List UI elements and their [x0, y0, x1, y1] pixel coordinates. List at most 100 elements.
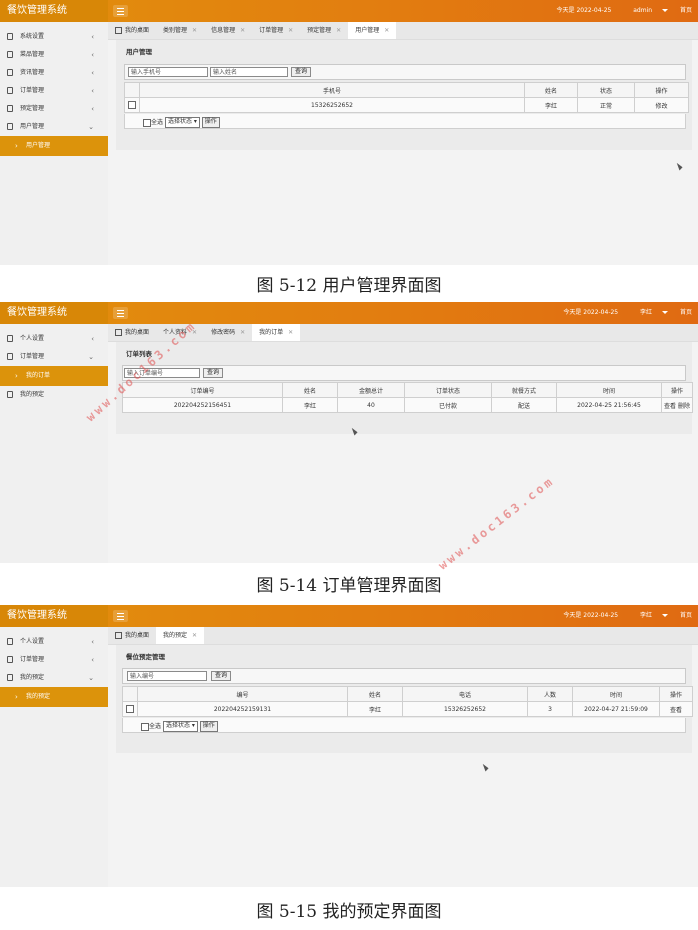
col-name: 姓名 — [524, 82, 578, 98]
sidebar-item-user-management[interactable]: › 用户管理 — [0, 136, 108, 156]
cell-order-no: 202204252156451 — [122, 397, 283, 413]
doc-icon — [7, 33, 13, 40]
sidebar-item-my-orders[interactable]: › 我的订单 — [0, 366, 108, 386]
col-action: 操作 — [634, 82, 689, 98]
select-all-checkbox[interactable] — [141, 722, 149, 731]
cell-name: 李红 — [282, 397, 338, 413]
cell-name: 李红 — [524, 97, 578, 113]
chevron-down-icon — [662, 614, 669, 617]
home-link[interactable]: 首页 — [680, 7, 692, 14]
tab-category[interactable]: 类别管理 ✕ — [156, 22, 204, 39]
number-input[interactable]: 输入编号 — [127, 671, 207, 681]
select-all-label: 全选 — [151, 119, 164, 126]
sidebar: 个人设置 ‹ 订单管理 ‹ 我的预定 ⌄ › 我的预定 — [0, 627, 108, 887]
caption-2: 图 5-14 订单管理界面图 — [256, 576, 442, 596]
tab-info[interactable]: 信息管理 ✕ — [204, 22, 252, 39]
tab-my-reservations[interactable]: 我的预定 ✕ — [156, 627, 205, 644]
select-all-label: 全选 — [149, 723, 162, 730]
tab-desktop[interactable]: 我的桌面 — [108, 22, 156, 39]
col-action: 操作 — [659, 686, 693, 702]
cell-number: 202204252159131 — [137, 701, 348, 717]
row-checkbox[interactable] — [126, 705, 134, 713]
col-number: 编号 — [137, 686, 348, 702]
doc-icon — [7, 656, 13, 663]
edit-link[interactable]: 修改 — [634, 97, 689, 113]
menu-toggle-icon[interactable] — [113, 610, 128, 622]
mouse-cursor-icon — [482, 762, 490, 772]
operate-button[interactable]: 操作 — [201, 117, 220, 128]
select-all-checkbox[interactable] — [143, 118, 151, 127]
close-icon[interactable]: ✕ — [192, 27, 197, 34]
col-phone: 手机号 — [139, 82, 525, 98]
home-link[interactable]: 首页 — [680, 309, 692, 316]
col-amount: 金额总计 — [337, 382, 405, 398]
user-menu[interactable]: 李红 — [630, 612, 669, 619]
view-link[interactable]: 查看 — [659, 701, 693, 717]
chevron-down-icon — [662, 311, 669, 314]
close-icon[interactable]: ✕ — [240, 27, 245, 34]
status-select[interactable]: 选择状态 ▾ — [162, 721, 198, 732]
tab-password[interactable]: 修改密码 ✕ — [204, 324, 252, 341]
screenshot-my-orders: 餐饮管理系统 今天是 2022-04-25 李红 首页 个人设置 ‹ 订单管理 ⌄ … — [0, 302, 698, 563]
page-title: 用户管理 — [126, 48, 152, 56]
main-content: 餐位预定管理 输入编号 查询 编号 姓名 电话 人数 时间 操作 2022042… — [116, 645, 693, 753]
operate-button[interactable]: 操作 — [199, 721, 218, 732]
doc-icon — [7, 123, 13, 130]
sidebar-item-news[interactable]: 资讯管理 ‹ — [0, 64, 108, 82]
sidebar-item-my-reservations[interactable]: 我的预定 — [0, 386, 108, 404]
cell-phone: 15326252652 — [402, 701, 528, 717]
name-input[interactable]: 输入姓名 — [210, 67, 288, 77]
close-icon[interactable]: ✕ — [240, 329, 245, 336]
search-button[interactable]: 查询 — [203, 368, 224, 378]
col-people: 人数 — [527, 686, 573, 702]
sidebar-item-profile[interactable]: 个人设置 ‹ — [0, 330, 108, 348]
close-icon[interactable]: ✕ — [192, 632, 197, 639]
sidebar-item-orders[interactable]: 订单管理 ‹ — [0, 651, 108, 669]
home-link[interactable]: 首页 — [680, 612, 692, 619]
sidebar-item-dishes[interactable]: 菜品管理 ‹ — [0, 46, 108, 64]
tab-bar: 我的桌面 类别管理 ✕ 信息管理 ✕ 订单管理 ✕ 预定管理 ✕ 用户管理 ✕ — [108, 22, 698, 40]
tab-desktop[interactable]: 我的桌面 — [108, 324, 156, 341]
close-icon[interactable]: ✕ — [336, 27, 341, 34]
sidebar-item-system[interactable]: 系统设置 ‹ — [0, 28, 108, 46]
user-menu[interactable]: 李红 — [630, 309, 669, 316]
sidebar-item-reservations[interactable]: 预定管理 ‹ — [0, 100, 108, 118]
row-actions[interactable]: 查看 删除 — [661, 397, 693, 413]
search-button[interactable]: 查询 — [211, 671, 232, 681]
cell-status: 正常 — [577, 97, 635, 113]
sidebar-item-profile[interactable]: 个人设置 ‹ — [0, 633, 108, 651]
sidebar-item-my-reservations[interactable]: › 我的预定 — [0, 687, 108, 707]
menu-toggle-icon[interactable] — [113, 307, 128, 319]
col-status: 状态 — [577, 82, 635, 98]
tab-orders[interactable]: 订单管理 ✕ — [252, 22, 300, 39]
sidebar-item-orders[interactable]: 订单管理 ⌄ — [0, 348, 108, 366]
menu-toggle-icon[interactable] — [113, 5, 128, 17]
chevron-down-icon — [662, 9, 669, 12]
top-bar: 餐饮管理系统 今天是 2022-04-25 李红 首页 — [0, 605, 698, 627]
close-icon[interactable]: ✕ — [288, 329, 293, 336]
home-icon — [115, 27, 122, 34]
table-row: 202204252159131 李红 15326252652 3 2022-04… — [122, 701, 693, 717]
table-row: 15326252652 李红 正常 修改 — [124, 97, 689, 113]
cell-time: 2022-04-25 21:56:45 — [556, 397, 662, 413]
app-title: 餐饮管理系统 — [0, 605, 108, 627]
sidebar-item-reservations[interactable]: 我的预定 ⌄ — [0, 669, 108, 687]
screenshot-user-management: 餐饮管理系统 今天是 2022-04-25 admin 首页 系统设置 ‹ 菜品管… — [0, 0, 698, 265]
table-header: 手机号 姓名 状态 操作 — [124, 82, 689, 98]
close-icon[interactable]: ✕ — [384, 27, 389, 34]
cell-name: 李红 — [347, 701, 403, 717]
close-icon[interactable]: ✕ — [288, 27, 293, 34]
phone-input[interactable]: 输入手机号 — [128, 67, 208, 77]
today-text: 今天是 2022-04-25 — [563, 612, 619, 619]
user-menu[interactable]: admin — [623, 7, 669, 14]
col-phone: 电话 — [402, 686, 528, 702]
tab-reservations[interactable]: 预定管理 ✕ — [300, 22, 348, 39]
tab-desktop[interactable]: 我的桌面 — [108, 627, 156, 644]
sidebar-item-orders[interactable]: 订单管理 ‹ — [0, 82, 108, 100]
search-button[interactable]: 查询 — [291, 67, 312, 77]
status-select[interactable]: 选择状态 ▾ — [164, 117, 200, 128]
sidebar-item-users[interactable]: 用户管理 ⌄ — [0, 118, 108, 136]
row-checkbox[interactable] — [128, 101, 136, 109]
tab-users[interactable]: 用户管理 ✕ — [348, 22, 397, 39]
tab-my-orders[interactable]: 我的订单 ✕ — [252, 324, 301, 341]
